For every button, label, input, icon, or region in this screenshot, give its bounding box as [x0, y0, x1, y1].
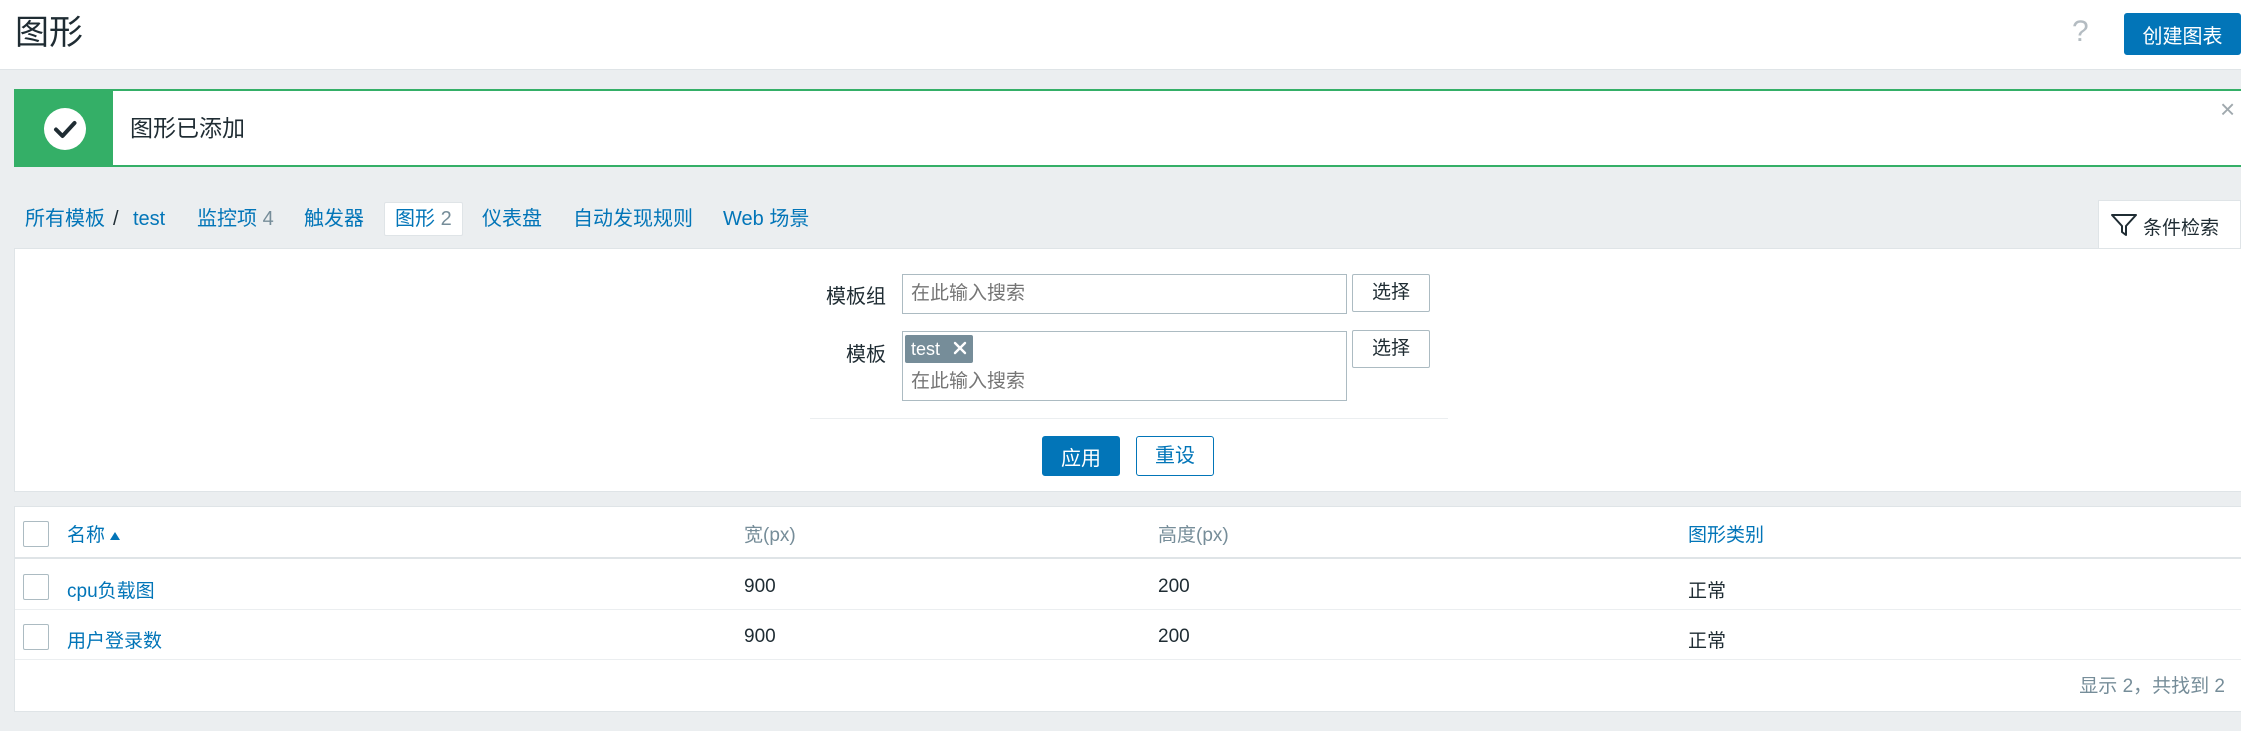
filter-divider [810, 418, 1448, 419]
column-header-name[interactable]: 名称 [67, 520, 121, 547]
selected-template-tag-label: test [911, 339, 941, 359]
check-circle-icon [44, 108, 86, 150]
tab-web-scenarios[interactable]: Web 场景 [723, 196, 809, 242]
tab-graphs[interactable]: 图形 2 [384, 202, 463, 236]
graphs-table: 名称 宽(px) 高度(px) 图形类别 cpu负载图 900 200 正常 用… [14, 506, 2241, 712]
breadcrumb-separator: / [113, 208, 119, 230]
row-checkbox[interactable] [23, 624, 49, 650]
graph-type: 正常 [1688, 631, 1727, 652]
row-divider [15, 609, 2241, 610]
tab-discovery-rules[interactable]: 自动发现规则 [573, 196, 693, 242]
breadcrumb-template[interactable]: test [133, 196, 165, 242]
graph-name-link[interactable]: cpu负载图 [67, 576, 155, 603]
reset-button[interactable]: 重设 [1136, 436, 1214, 476]
create-graph-button[interactable]: 创建图表 [2124, 13, 2241, 55]
tab-graphs-label: 图形 [395, 208, 435, 230]
graph-name-link[interactable]: 用户登录数 [67, 626, 162, 653]
page-header: 图形 ? 创建图表 [0, 0, 2241, 70]
graph-type: 正常 [1688, 581, 1727, 602]
tab-graphs-count: 2 [440, 208, 452, 230]
filter-tab[interactable]: 条件检索 [2098, 200, 2241, 249]
apply-button[interactable]: 应用 [1042, 436, 1120, 476]
filter-icon [2109, 211, 2139, 244]
page-title: 图形 [15, 14, 83, 52]
template-select-button[interactable]: 选择 [1352, 330, 1430, 368]
breadcrumb-all-templates[interactable]: 所有模板 [25, 196, 105, 242]
tab-items-count: 4 [262, 208, 274, 230]
tab-dashboards[interactable]: 仪表盘 [482, 196, 542, 242]
column-header-width: 宽(px) [744, 525, 796, 546]
template-label: 模板 [846, 344, 886, 366]
column-header-name-label: 名称 [67, 525, 106, 546]
row-divider [15, 659, 2241, 660]
filter-tab-label: 条件检索 [2143, 218, 2220, 239]
sort-asc-icon [109, 525, 121, 547]
graph-height: 200 [1158, 576, 1190, 597]
close-icon[interactable]: × [2220, 95, 2235, 123]
table-stats: 显示 2，共找到 2 [2079, 676, 2225, 697]
template-search-input[interactable] [905, 368, 1325, 396]
tab-items-label: 监控项 [197, 208, 257, 230]
tab-triggers[interactable]: 触发器 [304, 196, 364, 242]
graph-width: 900 [744, 626, 776, 647]
success-icon-box [16, 91, 113, 165]
template-group-search-input[interactable] [902, 274, 1347, 314]
select-all-checkbox[interactable] [23, 521, 49, 547]
graph-height: 200 [1158, 626, 1190, 647]
help-icon[interactable]: ? [2072, 12, 2089, 52]
graph-width: 900 [744, 576, 776, 597]
tab-items[interactable]: 监控项 4 [197, 196, 274, 242]
remove-tag-icon[interactable] [953, 335, 967, 363]
row-checkbox[interactable] [23, 574, 49, 600]
column-header-height: 高度(px) [1158, 525, 1229, 546]
table-header-divider [15, 557, 2241, 559]
template-group-select-button[interactable]: 选择 [1352, 274, 1430, 312]
template-navigation: 所有模板 / test 监控项 4 触发器 图形 2 仪表盘 自动发现规则 We… [0, 196, 2241, 242]
success-message: 图形已添加 × [14, 89, 2241, 167]
template-group-label: 模板组 [826, 286, 886, 308]
column-header-graph-type[interactable]: 图形类别 [1688, 520, 1764, 547]
success-message-text: 图形已添加 [130, 115, 245, 141]
selected-template-tag: test [905, 335, 974, 363]
